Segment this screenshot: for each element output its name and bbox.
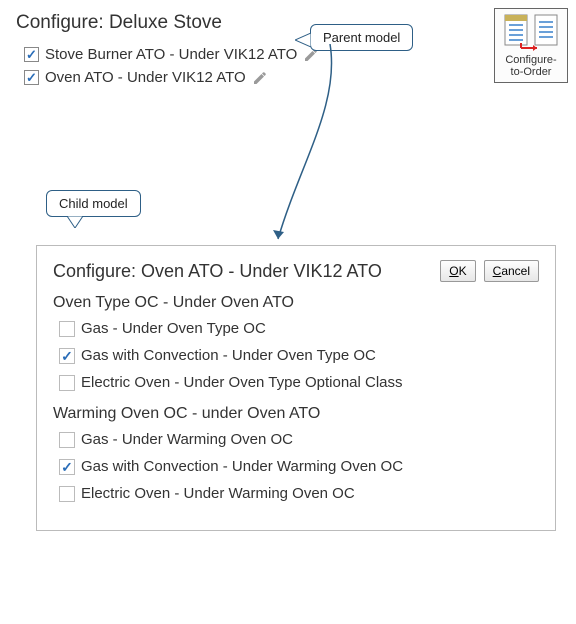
option-row: Gas - Under Warming Oven OC (59, 431, 539, 448)
option-label: Gas with Convection - Under Oven Type OC (81, 347, 376, 364)
checkbox-option[interactable] (59, 321, 75, 337)
option-row: Gas with Convection - Under Oven Type OC (59, 347, 539, 364)
checkbox-option[interactable] (59, 432, 75, 448)
option-label: Gas - Under Warming Oven OC (81, 431, 293, 448)
option-label: Electric Oven - Under Warming Oven OC (81, 485, 355, 502)
option-row: Electric Oven - Under Oven Type Optional… (59, 374, 539, 391)
ok-button[interactable]: OK (440, 260, 475, 282)
option-label: Electric Oven - Under Oven Type Optional… (81, 374, 403, 391)
panel-title: Configure: Oven ATO - Under VIK12 ATO (53, 261, 432, 282)
section-title: Oven Type OC - Under Oven ATO (53, 294, 539, 312)
checkbox-option[interactable] (59, 375, 75, 391)
option-row: Electric Oven - Under Warming Oven OC (59, 485, 539, 502)
parent-item-row: Stove Burner ATO - Under VIK12 ATO (24, 46, 560, 63)
option-label: Gas - Under Oven Type OC (81, 320, 266, 337)
callout-child-model: Child model (46, 190, 141, 217)
checkbox-option[interactable] (59, 459, 75, 475)
child-config-panel: Configure: Oven ATO - Under VIK12 ATO OK… (36, 245, 556, 531)
parent-item-row: Oven ATO - Under VIK12 ATO (24, 69, 560, 86)
badge-label-line2: to-Order (497, 67, 565, 79)
checkbox-option[interactable] (59, 348, 75, 364)
parent-item-label: Oven ATO - Under VIK12 ATO (45, 69, 246, 86)
checkbox-option[interactable] (59, 486, 75, 502)
badge-label-line1: Configure- (497, 55, 565, 67)
configure-to-order-badge: Configure- to-Order (494, 8, 568, 83)
checkbox-oven-ato[interactable] (24, 70, 39, 85)
parent-item-label: Stove Burner ATO - Under VIK12 ATO (45, 46, 297, 63)
section-title: Warming Oven OC - under Oven ATO (53, 405, 539, 423)
option-row: Gas - Under Oven Type OC (59, 320, 539, 337)
edit-icon[interactable] (252, 70, 268, 86)
cancel-button[interactable]: Cancel (484, 260, 539, 282)
callout-parent-model: Parent model (310, 24, 413, 51)
option-label: Gas with Convection - Under Warming Oven… (81, 458, 403, 475)
checkbox-stove-burner[interactable] (24, 47, 39, 62)
option-row: Gas with Convection - Under Warming Oven… (59, 458, 539, 475)
page-title: Configure: Deluxe Stove (16, 12, 560, 34)
badge-icon (497, 13, 565, 53)
